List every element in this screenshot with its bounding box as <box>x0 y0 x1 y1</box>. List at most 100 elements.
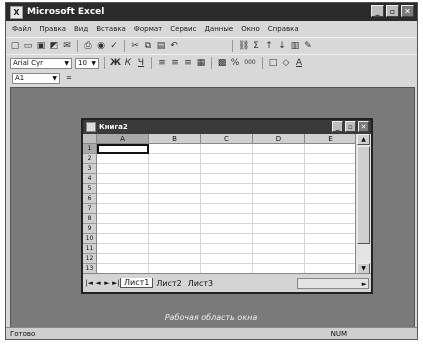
grid-cell[interactable] <box>149 164 201 174</box>
grid-cell[interactable] <box>201 194 253 204</box>
menu-format[interactable]: Формат <box>134 25 162 33</box>
grid-cell[interactable] <box>305 204 357 214</box>
column-header[interactable]: C <box>201 134 253 144</box>
bold-icon[interactable]: Ж <box>110 58 121 68</box>
grid-cell[interactable] <box>149 154 201 164</box>
borders-icon[interactable]: □ <box>268 58 278 68</box>
row-header[interactable]: 2 <box>83 154 97 164</box>
grid-cell[interactable] <box>97 184 149 194</box>
grid-cell[interactable] <box>305 194 357 204</box>
open-icon[interactable]: ▭ <box>23 41 33 51</box>
next-sheet-icon[interactable]: ► <box>103 279 111 287</box>
sheet-tab-2[interactable]: Лист2 <box>153 279 184 288</box>
row-header[interactable]: 8 <box>83 214 97 224</box>
selected-cell[interactable] <box>97 144 149 154</box>
preview-icon[interactable]: ◉ <box>96 41 106 51</box>
grid-cell[interactable] <box>305 244 357 254</box>
sort-asc-icon[interactable]: ↑ <box>264 41 274 51</box>
fill-color-icon[interactable]: ◇ <box>281 58 291 68</box>
sheet-tab-1[interactable]: Лист1 <box>120 278 154 288</box>
new-icon[interactable]: ▢ <box>10 41 20 51</box>
spelling-icon[interactable]: ✓ <box>109 41 119 51</box>
grid-cell[interactable] <box>97 174 149 184</box>
align-left-icon[interactable]: ≡ <box>157 58 167 68</box>
grid-cell[interactable] <box>253 174 305 184</box>
row-header[interactable]: 3 <box>83 164 97 174</box>
autosum-icon[interactable]: Σ <box>251 41 261 51</box>
percent-icon[interactable]: % <box>230 58 240 68</box>
grid-cell[interactable] <box>97 214 149 224</box>
last-sheet-icon[interactable]: ►| <box>112 279 120 287</box>
grid-cell[interactable] <box>201 244 253 254</box>
horizontal-scrollbar[interactable]: ► <box>297 277 369 289</box>
grid-cell[interactable] <box>253 144 305 154</box>
hyperlink-icon[interactable]: ⛓ <box>238 41 249 51</box>
grid-cell[interactable] <box>97 164 149 174</box>
grid-cell[interactable] <box>305 234 357 244</box>
column-header[interactable]: D <box>253 134 305 144</box>
grid-cell[interactable] <box>149 184 201 194</box>
workbook-minimize-button[interactable]: _ <box>332 121 343 132</box>
close-button[interactable]: ✕ <box>401 5 414 17</box>
undo-icon[interactable]: ↶ <box>169 41 179 51</box>
row-header[interactable]: 11 <box>83 244 97 254</box>
spreadsheet-grid[interactable]: ABCDE 1 2 3 4 5 6 7 8 9 10 11 12 13 <box>83 134 357 274</box>
menu-insert[interactable]: Вставка <box>96 25 126 33</box>
grid-cell[interactable] <box>305 174 357 184</box>
grid-cell[interactable] <box>97 194 149 204</box>
row-header[interactable]: 5 <box>83 184 97 194</box>
merge-icon[interactable]: ▦ <box>196 58 206 68</box>
grid-cell[interactable] <box>253 244 305 254</box>
grid-cell[interactable] <box>253 224 305 234</box>
grid-cell[interactable] <box>201 174 253 184</box>
grid-cell[interactable] <box>253 164 305 174</box>
save-icon[interactable]: ▣ <box>36 41 46 51</box>
grid-cell[interactable] <box>97 154 149 164</box>
scroll-thumb[interactable] <box>357 146 370 244</box>
font-color-icon[interactable]: A <box>294 58 304 68</box>
column-header[interactable]: B <box>149 134 201 144</box>
grid-cell[interactable] <box>97 244 149 254</box>
grid-cell[interactable] <box>305 154 357 164</box>
italic-icon[interactable]: К <box>123 58 133 68</box>
row-header[interactable]: 10 <box>83 234 97 244</box>
copy-icon[interactable]: ⧉ <box>143 41 153 51</box>
workbook-close-button[interactable]: ✕ <box>358 121 369 132</box>
column-header[interactable]: E <box>305 134 357 144</box>
currency-icon[interactable]: ▩ <box>217 58 227 68</box>
grid-cell[interactable] <box>253 154 305 164</box>
grid-cell[interactable] <box>253 214 305 224</box>
grid-cell[interactable] <box>149 254 201 264</box>
cut-icon[interactable]: ✂ <box>130 41 140 51</box>
permission-icon[interactable]: ◩ <box>49 41 59 51</box>
scroll-right-icon[interactable]: ► <box>362 279 367 289</box>
scroll-up-icon[interactable]: ▲ <box>357 134 370 145</box>
grid-cell[interactable] <box>201 224 253 234</box>
prev-sheet-icon[interactable]: ◄ <box>94 279 102 287</box>
grid-cell[interactable] <box>97 224 149 234</box>
grid-cell[interactable] <box>201 164 253 174</box>
grid-cell[interactable] <box>201 184 253 194</box>
row-header[interactable]: 1 <box>83 144 97 154</box>
menu-view[interactable]: Вид <box>74 25 88 33</box>
grid-cell[interactable] <box>201 204 253 214</box>
grid-cell[interactable] <box>201 234 253 244</box>
grid-cell[interactable] <box>253 234 305 244</box>
thousands-icon[interactable]: 000 <box>243 58 257 68</box>
fx-icon[interactable]: = <box>66 74 72 82</box>
drawing-icon[interactable]: ✎ <box>303 41 313 51</box>
menu-help[interactable]: Справка <box>268 25 299 33</box>
chart-icon[interactable]: ▥ <box>290 41 300 51</box>
grid-cell[interactable] <box>149 194 201 204</box>
grid-cell[interactable] <box>149 144 201 154</box>
grid-cell[interactable] <box>253 254 305 264</box>
grid-cell[interactable] <box>305 254 357 264</box>
column-header[interactable]: A <box>97 134 149 144</box>
vertical-scrollbar[interactable]: ▲ ▼ <box>355 134 371 274</box>
underline-icon[interactable]: Ч <box>136 58 146 68</box>
grid-cell[interactable] <box>149 234 201 244</box>
grid-cell[interactable] <box>305 184 357 194</box>
minimize-button[interactable]: _ <box>371 5 384 17</box>
grid-cell[interactable] <box>305 214 357 224</box>
align-center-icon[interactable]: ≡ <box>170 58 180 68</box>
